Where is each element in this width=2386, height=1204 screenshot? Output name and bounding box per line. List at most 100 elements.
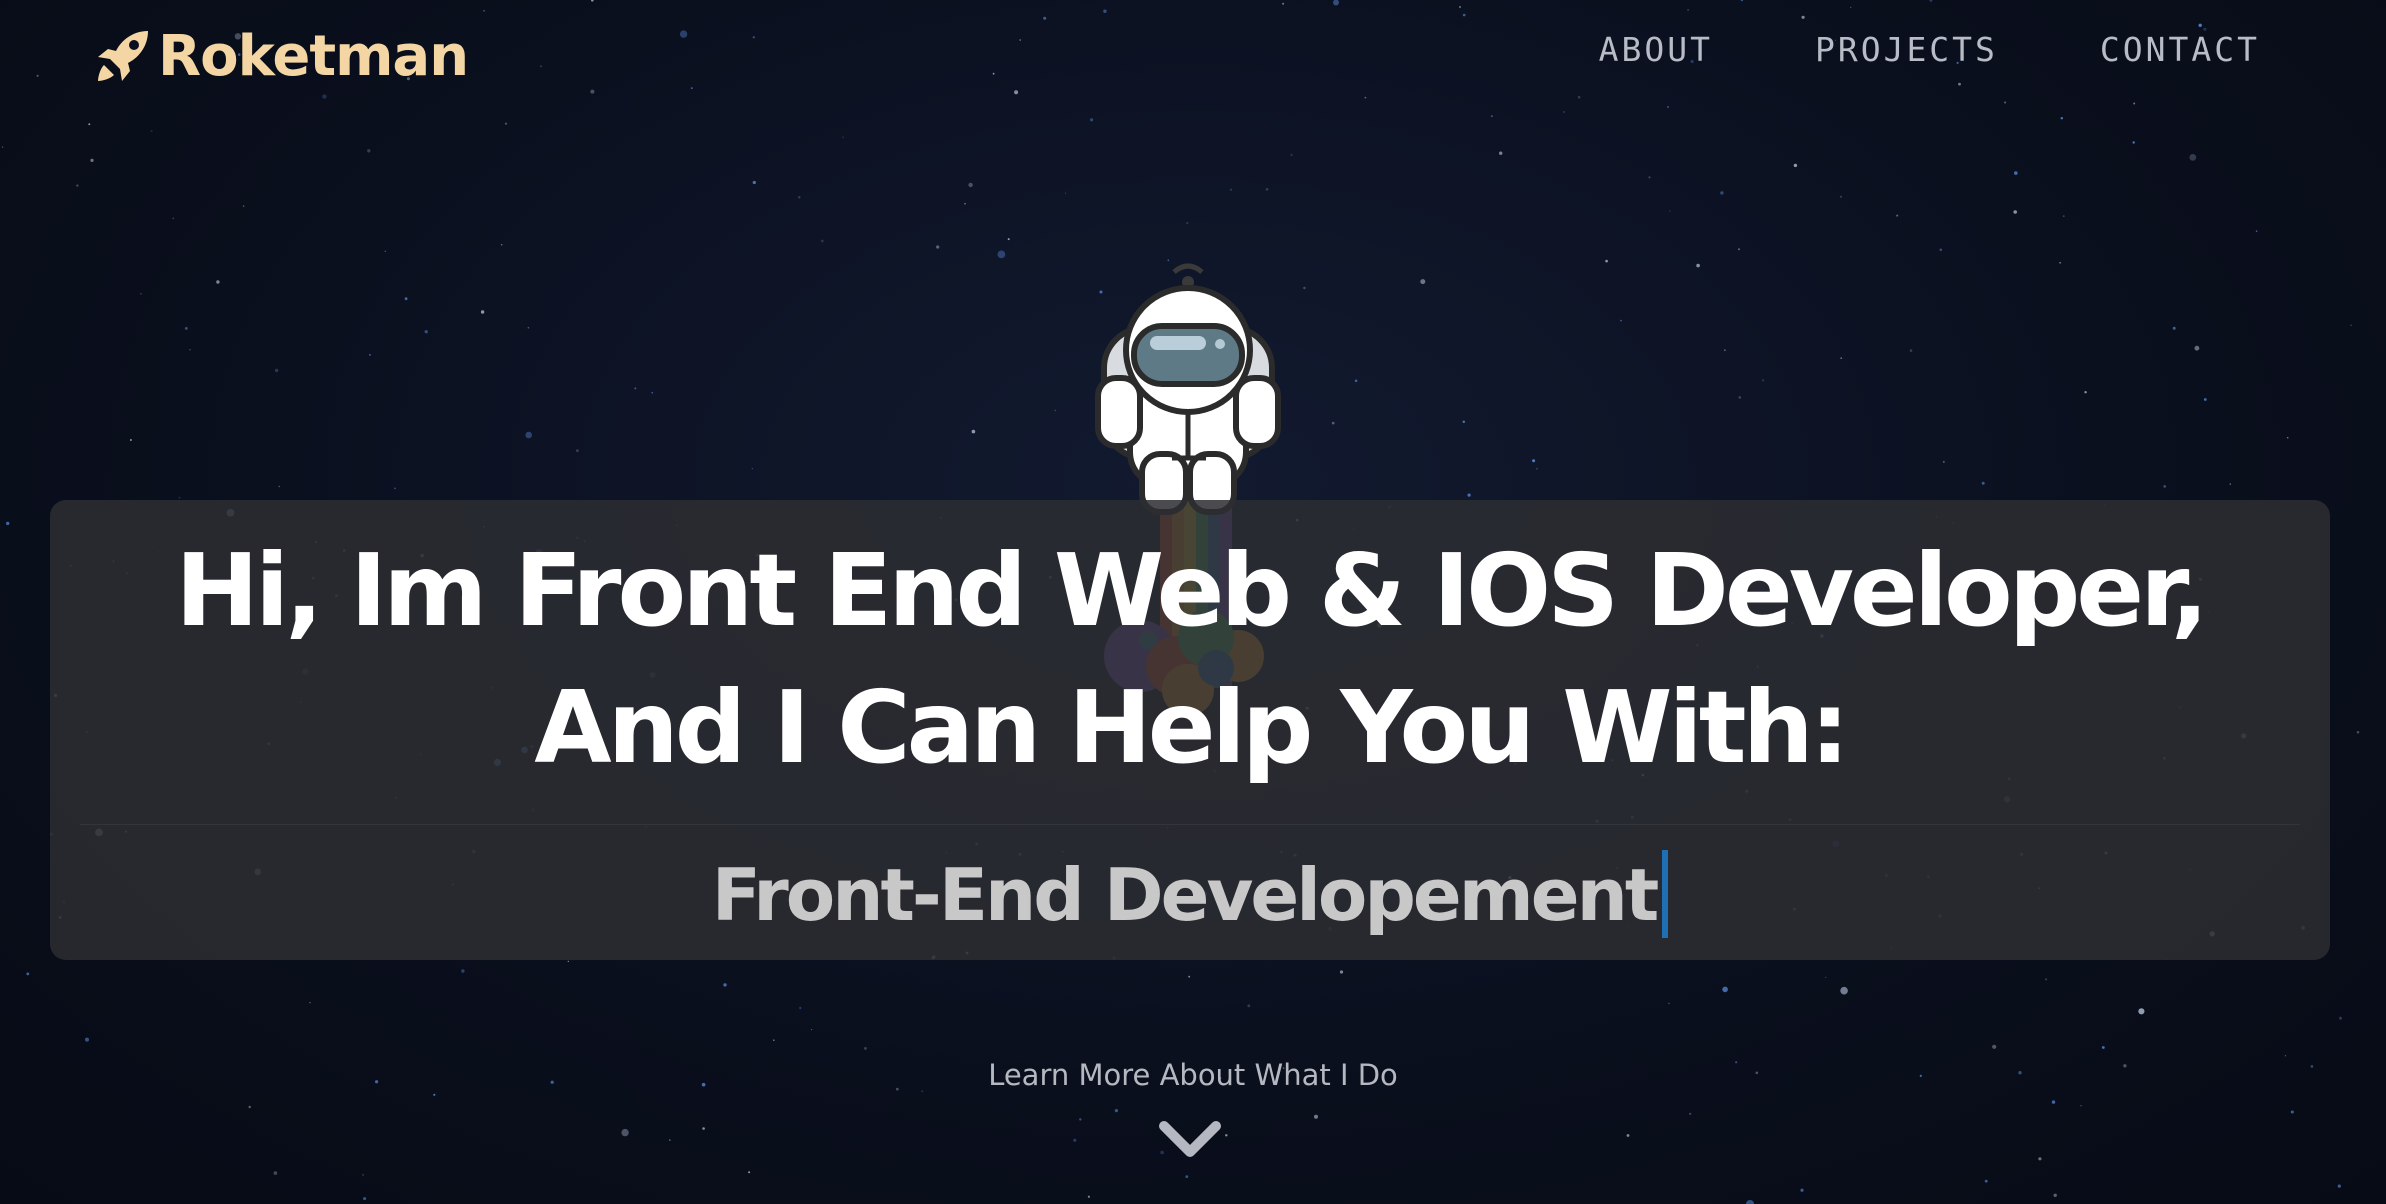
star	[1942, 460, 1945, 463]
star	[1724, 349, 1726, 352]
star	[1958, 82, 1961, 86]
star	[1825, 976, 1827, 979]
star	[1333, 0, 1339, 6]
chevron-down-icon[interactable]	[1158, 1118, 1222, 1162]
star	[811, 1029, 813, 1031]
star	[1563, 111, 1565, 113]
star	[1577, 95, 1581, 99]
star	[129, 439, 132, 441]
star	[679, 30, 688, 38]
star	[2013, 210, 2017, 214]
star	[1840, 986, 1848, 995]
star	[2062, 215, 2065, 218]
star	[2198, 23, 2202, 27]
star	[90, 158, 94, 162]
star	[1939, 248, 1943, 252]
star	[968, 182, 973, 188]
nav-about[interactable]: ABOUT	[1599, 30, 1713, 69]
star	[1984, 1179, 1988, 1183]
star	[748, 1171, 751, 1174]
star	[368, 353, 371, 356]
star	[1420, 279, 1426, 285]
nav-projects[interactable]: PROJECTS	[1815, 30, 1998, 69]
star	[1186, 221, 1189, 225]
star	[248, 1105, 251, 1109]
star	[669, 1139, 671, 1141]
star	[1230, 188, 1233, 191]
hero-panel: Hi, Im Front End Web & IOS Developer, An…	[50, 500, 2330, 960]
star	[1, 146, 4, 148]
star	[621, 1128, 629, 1137]
star	[1303, 286, 1306, 290]
star	[2053, 1193, 2057, 1198]
star	[590, 89, 595, 94]
star	[1535, 467, 1538, 470]
star	[2051, 1100, 2056, 1104]
star	[36, 74, 39, 77]
star	[1800, 1188, 1804, 1192]
star	[1043, 16, 1047, 20]
star	[140, 293, 142, 295]
brand-logo[interactable]: Roketman	[90, 22, 469, 92]
star	[1801, 15, 1805, 19]
star	[424, 330, 428, 334]
star	[1605, 259, 1608, 263]
star	[1696, 263, 1700, 268]
star	[1648, 176, 1651, 179]
star	[1265, 188, 1269, 191]
star	[367, 149, 371, 153]
star	[85, 1037, 89, 1042]
star	[2060, 117, 2063, 120]
star	[1459, 6, 1461, 8]
star	[1738, 248, 1740, 251]
star	[273, 1171, 278, 1175]
star	[1669, 210, 1671, 212]
star	[1620, 319, 1622, 322]
nav-contact[interactable]: CONTACT	[2100, 30, 2260, 69]
star	[1840, 357, 1843, 359]
star	[150, 130, 153, 133]
star	[178, 496, 181, 499]
star	[751, 468, 753, 470]
star	[1114, 1109, 1118, 1113]
star	[1929, 0, 1933, 2]
star	[88, 123, 91, 126]
star	[2255, 230, 2258, 232]
brand-name: Roketman	[158, 24, 469, 89]
star	[634, 387, 637, 390]
star	[1103, 9, 1107, 13]
star	[1740, 0, 1744, 2]
star	[1491, 115, 1493, 118]
star	[2101, 1046, 2105, 1049]
star	[504, 122, 508, 125]
star	[798, 196, 801, 199]
star	[1090, 118, 1094, 122]
star	[992, 72, 995, 75]
star	[864, 1047, 867, 1050]
star	[2286, 436, 2289, 439]
star	[2163, 485, 2166, 488]
star	[1499, 151, 1503, 155]
star	[1007, 238, 1010, 241]
star	[1290, 153, 1293, 157]
star	[2138, 1008, 2145, 1015]
star	[567, 960, 569, 963]
star	[1687, 9, 1689, 11]
learn-more-link[interactable]: Learn More About What I Do	[0, 1058, 2386, 1092]
star	[1188, 975, 1191, 978]
star	[1462, 13, 1466, 17]
star	[1079, 1118, 1082, 1121]
star	[322, 94, 327, 99]
star	[362, 1173, 365, 1176]
star	[274, 368, 279, 373]
star	[1073, 1138, 1077, 1142]
typed-text-line: Front-End Developement	[50, 850, 2330, 944]
star	[2004, 101, 2007, 104]
star	[752, 180, 756, 185]
star	[76, 184, 79, 187]
star	[964, 202, 966, 205]
star	[483, 9, 485, 12]
star	[1793, 163, 1798, 168]
star	[1014, 90, 1019, 95]
star	[1896, 214, 1899, 217]
